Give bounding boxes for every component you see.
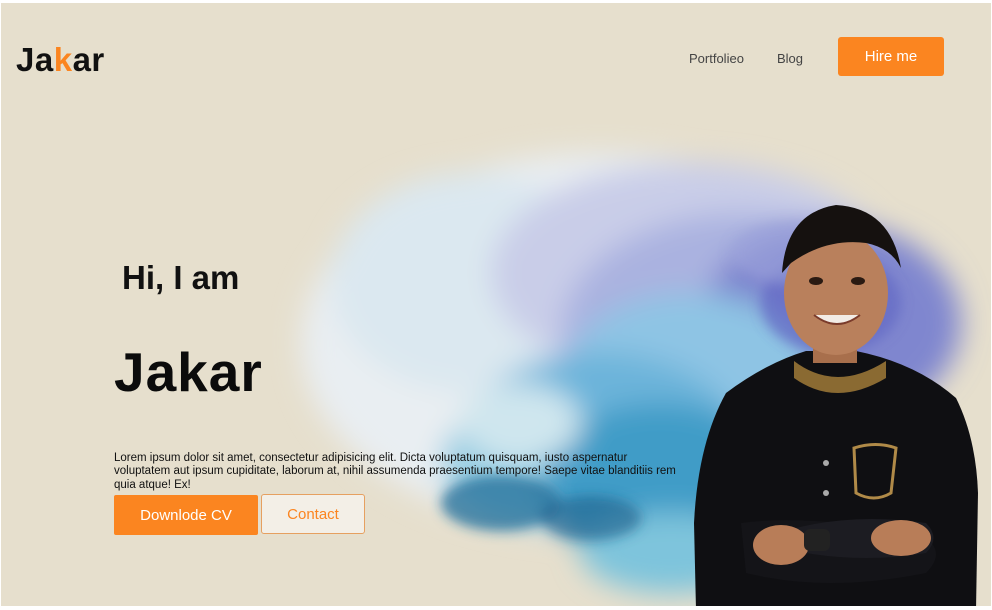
hire-me-button[interactable]: Hire me	[838, 37, 944, 76]
logo-text-accent: k	[53, 41, 73, 78]
profile-photo-image	[694, 205, 978, 606]
logo[interactable]: Jakar	[16, 41, 105, 79]
logo-text-start: Ja	[16, 41, 54, 78]
hero-bio: Lorem ipsum dolor sit amet, consectetur …	[114, 451, 676, 491]
hero-name: Jakar	[114, 341, 263, 403]
hero-greeting: Hi, I am	[122, 259, 240, 296]
nav-link-blog[interactable]: Blog	[777, 51, 803, 66]
landing-page: Jakar Portfolieo Blog Hire me Hi, I am J…	[1, 3, 991, 606]
download-cv-button[interactable]: Downlode CV	[114, 495, 258, 535]
logo-text-end: ar	[72, 41, 105, 78]
contact-button[interactable]: Contact	[261, 494, 365, 534]
nav-link-portfolio[interactable]: Portfolieo	[689, 51, 744, 66]
